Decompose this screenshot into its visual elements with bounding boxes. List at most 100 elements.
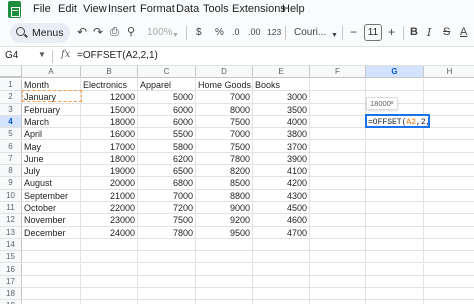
cell-e3[interactable]: 3500 [253,103,310,116]
column-header-e[interactable]: E [253,66,310,78]
cell-e8[interactable]: 4100 [253,165,310,178]
cell-h16[interactable] [424,264,474,276]
cell-a5[interactable]: April [22,128,81,141]
cell-c3[interactable]: 6000 [138,103,196,116]
cell-d4[interactable]: 7500 [196,115,253,129]
cell-d1[interactable]: Home Goods [196,79,253,92]
cell-g11[interactable] [366,202,424,215]
cell-f4[interactable] [310,115,366,129]
cell-a19[interactable] [22,300,81,304]
zoom-select[interactable]: 100% [147,26,173,39]
cell-e5[interactable]: 3800 [253,128,310,141]
column-header-f[interactable]: F [310,66,366,78]
cell-b13[interactable]: 24000 [81,226,138,239]
row-header-19[interactable]: 19 [0,300,22,304]
cell-f7[interactable] [310,152,366,166]
cell-a8[interactable]: July [22,165,81,178]
cell-c8[interactable]: 6500 [138,165,196,178]
row-header-10[interactable]: 10 [0,189,22,202]
cell-d15[interactable] [196,251,253,264]
cell-c13[interactable]: 7800 [138,226,196,239]
menu-data[interactable]: Data [176,3,199,15]
formula-input[interactable]: =OFFSET(A2,2,1) [77,50,158,61]
cell-f11[interactable] [310,202,366,215]
cell-h18[interactable] [424,288,474,301]
cell-h14[interactable] [424,239,474,252]
cell-d3[interactable]: 8000 [196,103,253,116]
font-size-input[interactable]: 11 [364,24,382,41]
menu-extensions[interactable]: Extensions [232,3,286,15]
cell-b6[interactable]: 17000 [81,140,138,153]
redo-icon[interactable]: ↷ [93,26,103,39]
row-header-16[interactable]: 16 [0,263,22,276]
percent-format-button[interactable]: % [215,26,224,39]
cell-d16[interactable] [196,263,253,276]
cell-h15[interactable] [424,251,474,264]
cell-h8[interactable] [424,165,474,178]
row-header-7[interactable]: 7 [0,152,22,166]
name-box-chevron-down-icon[interactable]: ▼ [38,50,46,59]
cell-c16[interactable] [138,263,196,276]
increase-decimal-button[interactable]: .00 [248,26,261,39]
cell-c1[interactable]: Apparel [138,79,196,92]
cell-d10[interactable]: 8800 [196,189,253,202]
cell-d7[interactable]: 7800 [196,152,253,166]
strikethrough-button[interactable]: S [443,26,450,39]
cell-b3[interactable]: 15000 [81,103,138,116]
cell-f17[interactable] [310,275,366,289]
cell-b15[interactable] [81,251,138,264]
cell-b10[interactable]: 21000 [81,189,138,202]
cell-f5[interactable] [310,128,366,141]
column-header-h[interactable]: H [424,66,474,78]
cell-a3[interactable]: February [22,103,81,116]
cell-e4[interactable]: 4000 [253,115,310,129]
cell-e9[interactable]: 4200 [253,177,310,190]
cell-a18[interactable] [22,288,81,301]
cell-d9[interactable]: 8500 [196,177,253,190]
cell-e18[interactable] [253,288,310,301]
row-header-1[interactable]: 1 [0,79,22,92]
italic-button[interactable]: I [427,26,431,39]
cell-g9[interactable] [366,177,424,190]
cell-g5[interactable] [366,128,424,141]
cell-f9[interactable] [310,177,366,190]
row-header-12[interactable]: 12 [0,214,22,227]
cell-g16[interactable] [366,263,424,276]
sheets-logo-icon[interactable] [8,1,21,18]
text-color-button[interactable]: A [460,26,467,39]
cell-e6[interactable]: 3700 [253,140,310,153]
cell-c10[interactable]: 7000 [138,189,196,202]
cell-c6[interactable]: 5800 [138,140,196,153]
cell-e12[interactable]: 4600 [253,214,310,227]
cell-b5[interactable]: 16000 [81,128,138,141]
row-header-15[interactable]: 15 [0,251,22,264]
cell-g8[interactable] [366,165,424,178]
cell-g13[interactable] [366,226,424,239]
row-header-8[interactable]: 8 [0,165,22,178]
cell-f19[interactable] [310,300,366,304]
column-header-d[interactable]: D [196,66,253,78]
cell-d11[interactable]: 9000 [196,202,253,215]
row-header-3[interactable]: 3 [0,103,22,116]
row-header-14[interactable]: 14 [0,238,22,252]
row-header-17[interactable]: 17 [0,275,22,289]
cell-g17[interactable] [366,275,424,289]
cell-h10[interactable] [424,190,474,202]
cell-a1[interactable]: Month [22,79,81,92]
name-box[interactable]: G4 [5,50,18,61]
row-header-4[interactable]: 4 [0,115,22,129]
menu-format[interactable]: Format [140,3,175,15]
cell-d5[interactable]: 7000 [196,128,253,141]
cell-b17[interactable] [81,275,138,289]
spreadsheet-grid[interactable]: A B C D E F G H 1 Month Electronics Apparel Home Goo… [0,66,474,304]
cell-h19[interactable] [424,300,474,304]
cell-a2[interactable]: January [22,91,81,104]
cell-f16[interactable] [310,263,366,276]
cell-a16[interactable] [22,263,81,276]
more-formats-button[interactable]: 123 [267,26,281,39]
cell-f18[interactable] [310,288,366,301]
cell-g1[interactable] [366,79,424,92]
menus-search[interactable]: Menus [10,23,70,43]
cell-f6[interactable] [310,140,366,153]
cell-h1[interactable] [424,79,474,92]
